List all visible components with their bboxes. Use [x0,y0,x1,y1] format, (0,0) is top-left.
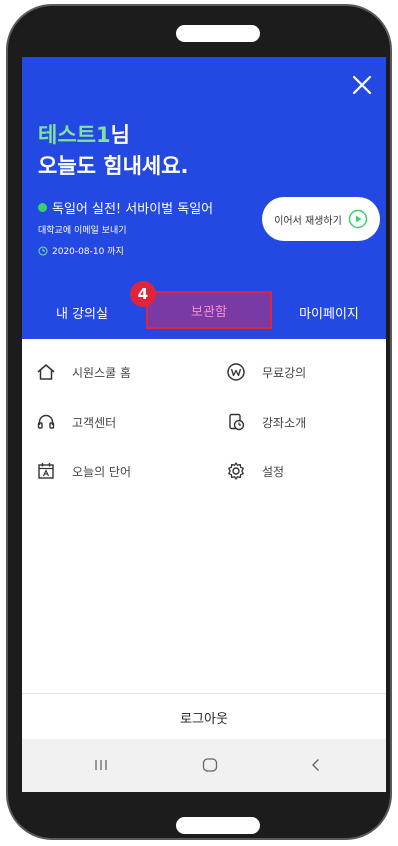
menu-item-word-of-day[interactable]: 오늘의 단어 [36,461,131,481]
calendar-word-icon [38,463,54,479]
tab-my-classroom[interactable]: 내 강의실 [22,286,142,339]
resume-playback-button[interactable]: 이어서 재생하기 [262,197,380,241]
menu-item-customer-center[interactable]: 고객센터 [36,412,116,432]
android-nav-bar [22,739,386,792]
logout-button[interactable]: 로그아웃 [22,693,386,740]
tab-my-page[interactable]: 마이페이지 [272,286,386,339]
home-button-icon[interactable] [198,753,222,777]
resume-label: 이어서 재생하기 [274,215,342,227]
play-circle-icon [348,209,368,229]
menu-item-course-intro[interactable]: 강좌소개 [226,412,306,432]
current-course[interactable]: 독일어 실전! 서바이벌 독일어 [38,198,213,217]
clock-icon [38,246,48,255]
menu-item-free-lecture[interactable]: 무료강의 [226,362,306,382]
expiry-date-text: 2020-08-10 까지 [52,247,124,257]
phone-speaker-bottom [176,817,260,834]
close-icon[interactable] [348,71,376,99]
header-panel: 테스트1님 오늘도 힘내세요. 독일어 실전! 서바이벌 독일어 대학교에 이메… [22,57,386,339]
user-name: 테스트1 [38,123,111,147]
home-icon [37,364,55,380]
status-dot-icon [38,203,47,212]
phone-speaker-top [176,25,260,42]
expiry-date: 2020-08-10 까지 [38,244,124,257]
tab-archive[interactable]: 보관함 [146,286,272,339]
step-number-badge: 4 [130,281,156,307]
headset-icon [37,414,55,429]
recent-apps-icon[interactable] [89,753,113,777]
course-title: 독일어 실전! 서바이벌 독일어 [52,202,214,217]
gear-icon [228,462,244,480]
menu-item-home[interactable]: 시원스쿨 홈 [36,362,131,382]
course-intro-icon [229,413,245,431]
back-icon[interactable] [304,753,328,777]
tab-bar: 내 강의실 보관함 마이페이지 [22,286,386,339]
user-greeting: 테스트1님 [38,119,130,149]
tab-archive-highlight: 보관함 [146,291,272,329]
menu-item-settings[interactable]: 설정 [226,461,284,481]
free-lecture-icon [227,363,245,381]
user-suffix: 님 [110,123,130,147]
course-subtitle: 대학교에 이메일 보내기 [38,226,127,236]
greeting-message: 오늘도 힘내세요. [38,154,189,178]
app-screen: 테스트1님 오늘도 힘내세요. 독일어 실전! 서바이벌 독일어 대학교에 이메… [22,57,386,792]
